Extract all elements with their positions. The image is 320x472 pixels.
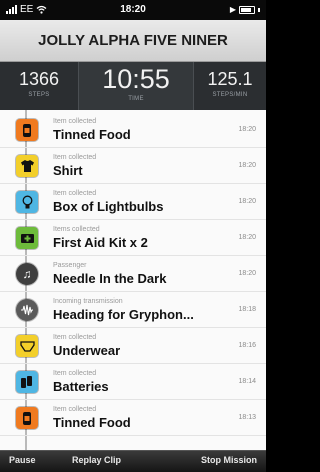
- log-item-time: 18:20: [238, 234, 256, 241]
- log-item-time: 18:18: [238, 306, 256, 313]
- log-item-time: 18:20: [238, 198, 256, 205]
- log-item-time: 18:20: [238, 270, 256, 277]
- log-item[interactable]: Items collected First Aid Kit x 2 18:20: [0, 222, 266, 256]
- steps-value: 1366: [18, 69, 60, 89]
- log-item-category: Item collected: [53, 334, 97, 341]
- stop-mission-button[interactable]: Stop Mission: [201, 455, 257, 465]
- log-item-time: 18:13: [238, 414, 256, 421]
- log-item-category: Item collected: [53, 370, 97, 377]
- mission-header: JOLLY ALPHA FIVE NINER: [0, 20, 266, 62]
- log-item-category: Item collected: [53, 118, 97, 125]
- location-arrow-icon: ▶: [229, 5, 236, 14]
- shirt-icon: [16, 155, 38, 177]
- log-item-time: 18:14: [238, 378, 256, 385]
- pace-label: STEPS/MIN: [212, 92, 248, 98]
- log-item-category: Item collected: [53, 190, 97, 197]
- time-stat: 10:55 TIME: [78, 62, 194, 110]
- replay-clip-button[interactable]: Replay Clip: [72, 455, 121, 465]
- music-note-icon: ♫: [16, 263, 38, 285]
- log-item-name: Box of Lightbulbs: [53, 199, 164, 214]
- mission-title: JOLLY ALPHA FIVE NINER: [38, 32, 228, 49]
- log-item[interactable]: Item collected Underwear 18:16: [0, 330, 266, 364]
- log-item[interactable]: Item collected Shirt 18:20: [0, 150, 266, 184]
- log-item-time: 18:16: [238, 342, 256, 349]
- log-item-category: Items collected: [53, 226, 100, 233]
- status-indicators: ▶: [230, 5, 260, 14]
- pace-value: 125.1: [207, 69, 253, 89]
- pause-button[interactable]: Pause: [9, 455, 36, 465]
- log-item-name: Batteries: [53, 379, 109, 394]
- batteries-icon: [16, 371, 38, 393]
- battery-nub: [258, 7, 260, 12]
- log-item-name: First Aid Kit x 2: [53, 235, 148, 250]
- time-value: 10:55: [102, 64, 170, 94]
- battery-icon: [239, 5, 255, 14]
- tin-can-icon: [16, 119, 38, 141]
- bottom-toolbar: Pause Replay Clip Stop Mission: [0, 450, 266, 472]
- stats-bar: 1366 STEPS 10:55 TIME 125.1 STEPS/MIN: [0, 62, 266, 110]
- steps-label: STEPS: [28, 92, 50, 98]
- log-item-time: 18:20: [238, 126, 256, 133]
- first-aid-kit-icon: [16, 227, 38, 249]
- log-item[interactable]: Item collected Tinned Food 18:13: [0, 402, 266, 436]
- steps-stat: 1366 STEPS: [0, 62, 78, 110]
- log-item-name: Tinned Food: [53, 127, 131, 142]
- waveform-icon: [16, 299, 38, 321]
- log-item-category: Incoming transmission: [53, 298, 123, 305]
- log-item-name: Needle In the Dark: [53, 271, 167, 286]
- log-item-name: Underwear: [53, 343, 121, 358]
- mission-log[interactable]: Item collected Tinned Food 18:20 Item co…: [0, 110, 266, 450]
- tin-can-icon: [16, 407, 38, 429]
- log-item[interactable]: Item collected Batteries 18:14: [0, 366, 266, 400]
- log-item-category: Item collected: [53, 154, 97, 161]
- lightbulb-icon: [16, 191, 38, 213]
- time-label: TIME: [128, 96, 144, 102]
- log-item-time: 18:20: [238, 162, 256, 169]
- app-screen: EE 18:20 ▶ JOLLY ALPHA FIVE NINER 1366 S…: [0, 0, 266, 472]
- pace-stat: 125.1 STEPS/MIN: [194, 62, 266, 110]
- log-item[interactable]: Item collected Tinned Food 18:20: [0, 114, 266, 148]
- underwear-icon: [16, 335, 38, 357]
- status-bar: EE 18:20 ▶: [0, 0, 266, 20]
- log-item[interactable]: Item collected Box of Lightbulbs 18:20: [0, 186, 266, 220]
- status-time: 18:20: [120, 4, 146, 15]
- log-item-name: Heading for Gryphon...: [53, 307, 194, 322]
- log-item[interactable]: Incoming transmission Heading for Grypho…: [0, 294, 266, 328]
- log-item-category: Passenger: [53, 262, 87, 269]
- log-item-category: Item collected: [53, 406, 97, 413]
- log-item[interactable]: ♫ Passenger Needle In the Dark 18:20: [0, 258, 266, 292]
- log-item-name: Shirt: [53, 163, 83, 178]
- log-item-name: Tinned Food: [53, 415, 131, 430]
